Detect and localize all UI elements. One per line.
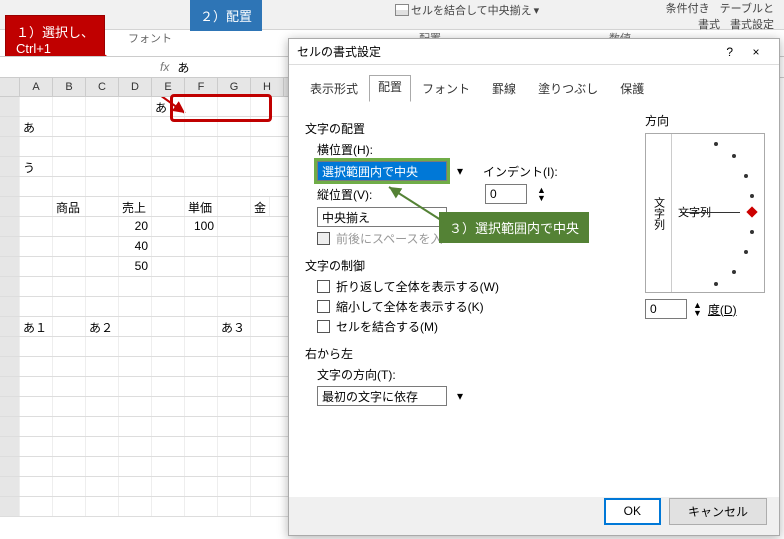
cond-format-label2: 書式	[698, 16, 720, 32]
space-checkbox	[317, 232, 330, 245]
orientation-dial[interactable]: 文字列	[672, 134, 764, 292]
degree-label: 度(D)	[708, 301, 737, 318]
cond-format-button[interactable]: 条件付き	[666, 0, 710, 16]
callout-step3: ３）選択範囲内で中央	[439, 212, 589, 243]
dir-label: 文字の方向(T):	[317, 366, 396, 383]
table-format-label2: 書式設定	[730, 16, 774, 32]
format-cells-dialog: セルの書式設定 ? × 表示形式 配置 フォント 罫線 塗りつぶし 保護 文字の…	[288, 38, 780, 536]
orientation-vertical[interactable]: 文字列	[646, 134, 672, 292]
shrink-checkbox[interactable]	[317, 300, 330, 313]
group-rtl: 右から左	[305, 345, 763, 362]
tab-format[interactable]: 表示形式	[299, 75, 369, 102]
v-align-combo[interactable]: 中央揃え	[317, 207, 447, 227]
dialog-title: セルの書式設定	[297, 43, 381, 60]
tab-fill[interactable]: 塗りつぶし	[527, 75, 609, 102]
h-align-combo[interactable]: 選択範囲内で中央	[317, 161, 447, 181]
space-label: 前後にスペースを入	[336, 230, 443, 247]
indent-input[interactable]	[485, 184, 527, 204]
dialog-tabs: 表示形式 配置 フォント 罫線 塗りつぶし 保護	[289, 65, 779, 102]
spinner-icon[interactable]: ▲▼	[537, 186, 546, 202]
spinner-icon[interactable]: ▲▼	[693, 301, 702, 317]
wrap-label: 折り返して全体を表示する(W)	[336, 278, 499, 295]
cancel-button[interactable]: キャンセル	[669, 498, 767, 525]
merge-icon	[395, 4, 409, 16]
h-align-label: 横位置(H):	[317, 141, 387, 158]
chevron-down-icon[interactable]: ▾	[457, 389, 463, 403]
merge-label: セルを結合する(M)	[336, 318, 438, 335]
fx-icon[interactable]: fx	[160, 60, 169, 74]
help-button[interactable]: ?	[726, 45, 733, 59]
ribbon: セルを結合して中央揃え ▾ 条件付き テーブルと	[0, 0, 784, 30]
merge-center-button[interactable]: セルを結合して中央揃え ▾	[395, 2, 539, 18]
tab-protect[interactable]: 保護	[609, 75, 655, 102]
chevron-down-icon: ▾	[534, 4, 540, 17]
formula-value[interactable]: あ	[177, 59, 189, 76]
chevron-down-icon[interactable]: ▾	[457, 164, 463, 178]
orientation-label: 方向	[645, 112, 765, 129]
callout-step2: ２）配置	[190, 0, 262, 31]
v-align-label: 縦位置(V):	[317, 186, 387, 203]
tab-align[interactable]: 配置	[369, 75, 411, 102]
tab-font[interactable]: フォント	[411, 75, 481, 102]
merge-checkbox[interactable]	[317, 320, 330, 333]
merge-label: セルを結合して中央揃え	[411, 2, 532, 18]
degree-input[interactable]	[645, 299, 687, 319]
column-headers: AB CD EF GH	[0, 78, 290, 97]
ribbon-group-font: フォント	[120, 30, 180, 46]
indent-label: インデント(I):	[483, 163, 558, 180]
close-button[interactable]: ×	[741, 45, 771, 59]
ok-button[interactable]: OK	[604, 498, 661, 525]
tab-border[interactable]: 罫線	[481, 75, 527, 102]
dir-combo[interactable]: 最初の文字に依存	[317, 386, 447, 406]
orientation-group: 方向 文字列 文字列 ▲▼	[645, 112, 765, 319]
table-format-button[interactable]: テーブルと	[720, 0, 774, 16]
wrap-checkbox[interactable]	[317, 280, 330, 293]
spreadsheet-grid[interactable]: AB CD EF GH あ あ う 商品売上単価金 20100 40 50 あ１…	[0, 78, 290, 517]
shrink-label: 縮小して全体を表示する(K)	[336, 298, 484, 315]
